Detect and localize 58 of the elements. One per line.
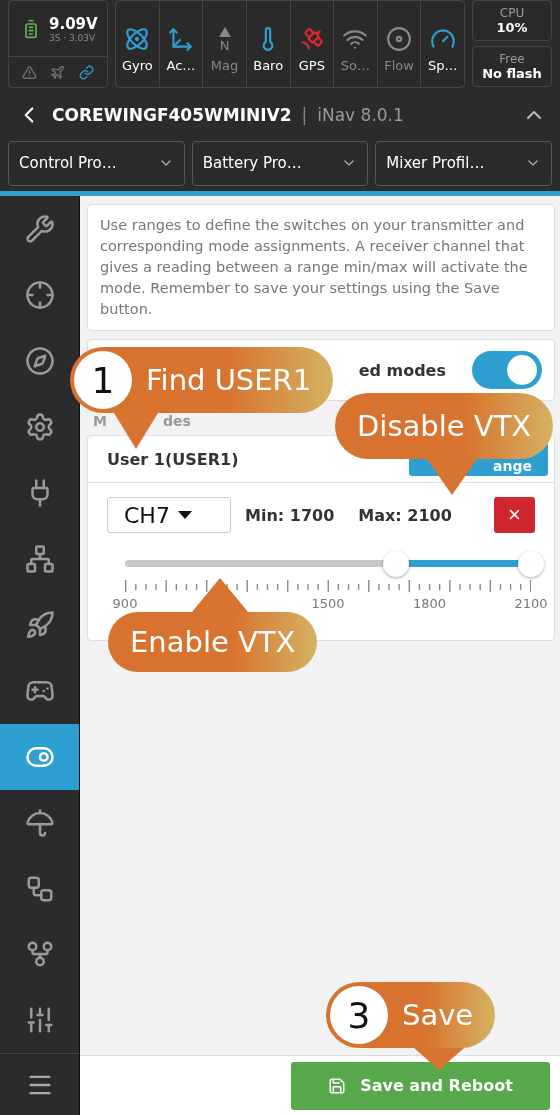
pointer-tooltip [114,413,158,449]
sensor-label: Gyro [121,58,153,73]
plane-icon [50,64,66,80]
pointer-tooltip [192,578,248,612]
free-value: No flash [482,66,542,81]
board-name: COREWINGF405WMINIV2 [52,104,292,125]
pointer-tooltip [414,1048,464,1070]
sensor-label: Ac… [166,58,196,73]
profile-dropdown[interactable]: Mixer Profil… [375,140,552,186]
warning-icon [21,64,37,80]
caret-icon [177,511,192,519]
north-label: N [219,39,230,52]
sensor-label: Flow [384,58,414,73]
tooltip-text: Save [402,998,474,1032]
sensor-label: Baro [253,58,284,73]
tooltip-text: Find USER1 [146,363,312,397]
settings-icon [24,411,55,442]
profile-dropdown[interactable]: Battery Pro… [191,140,369,186]
link-icon [79,64,95,80]
scale-label: 1800 [412,596,447,611]
firmware-version: iNav 8.0.1 [317,104,405,125]
cpu-value: 10% [496,20,528,35]
sensor-label: GPS [298,58,325,73]
pointer-tooltip [427,459,477,495]
tooltip-text: Disable VTX [357,409,532,443]
sensor-label: So… [340,58,371,73]
section-title: M [93,413,107,429]
scale-label: 2100 [514,596,548,611]
scale-label: 1500 [311,596,345,611]
max-value: Max: 2100 [358,505,452,525]
separator: | [301,104,308,125]
tooltip-text: Enable VTX [130,625,296,659]
step-number: 1 [74,351,132,409]
voltage-text: 9.09V [49,14,98,33]
network-icon [24,543,55,574]
slider-handle[interactable] [382,551,409,577]
channel-dropdown[interactable]: CH7 [107,497,231,533]
remove-button[interactable]: × [494,497,535,533]
mode-name: User 1(USER1) [107,449,239,469]
toggle-switch[interactable] [472,351,542,389]
sensor-label: Sp… [427,58,458,73]
slider-handle[interactable] [518,551,544,577]
toggle-label: ed modes [358,360,446,380]
profile-dropdown[interactable]: Control Pro… [8,140,185,186]
compass-icon [24,345,55,376]
scale-label: 900 [112,596,138,611]
sensor-label: Mag [210,58,239,73]
free-label: Free [499,52,525,66]
min-value: Min: 1700 [245,505,335,525]
step-number: 3 [330,986,388,1044]
wrench-icon [24,213,55,244]
info-text: Use ranges to define the switches on your transmitter and corresponding mode assignments. A receiver channel that gives a reading between a range min/max will activate the mode. Remember to save your settings using the Save button. [87,204,555,331]
crosshair-icon [24,279,55,310]
cpu-label: CPU [499,6,525,20]
rocket-icon [24,609,55,640]
save-icon [328,1076,347,1095]
cell-text: 3S · 3.03V [49,32,97,43]
section-title: des [162,413,191,429]
